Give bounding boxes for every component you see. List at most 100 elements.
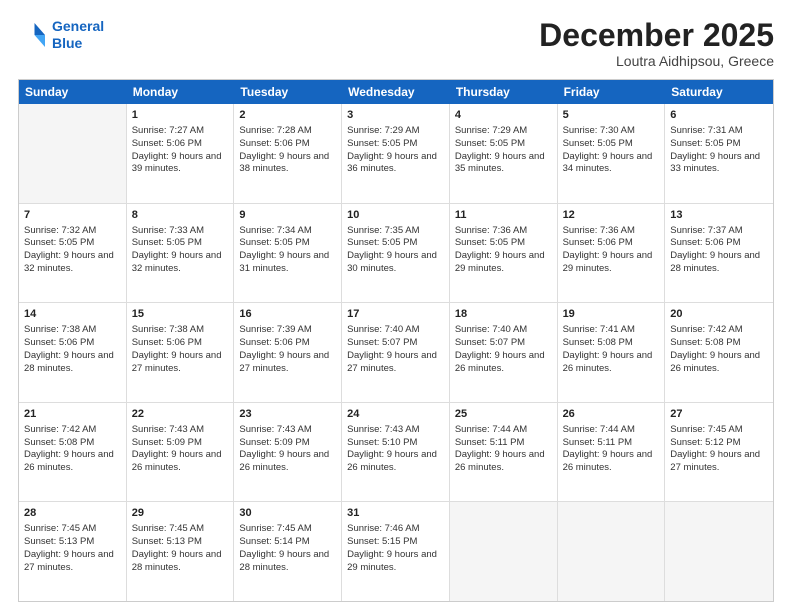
daylight: Daylight: 9 hours and 26 minutes. (563, 449, 653, 473)
sunset: Sunset: 5:13 PM (24, 536, 94, 547)
sunrise: Sunrise: 7:43 AM (239, 424, 311, 435)
logo-line1: General (52, 18, 104, 34)
calendar-week-5: 28 Sunrise: 7:45 AM Sunset: 5:13 PM Dayligh… (19, 502, 773, 601)
calendar-cell: 8Sunrise: 7:33 AMSunset: 5:05 PMDaylight… (127, 204, 235, 303)
day-number: 8 (132, 208, 229, 223)
calendar-cell: 31Sunrise: 7:46 AMSunset: 5:15 PMDayligh… (342, 502, 450, 601)
daylight: Daylight: 9 hours and 29 minutes. (563, 250, 653, 274)
daylight: Daylight: 9 hours and 28 minutes. (132, 549, 222, 573)
calendar-cell: 27Sunrise: 7:45 AMSunset: 5:12 PMDayligh… (665, 403, 773, 502)
sunset: Sunset: 5:05 PM (132, 237, 202, 248)
logo: General Blue (18, 18, 104, 52)
day-number: 14 (24, 307, 121, 322)
sunset: Sunset: 5:11 PM (455, 437, 525, 448)
sunset: Sunset: 5:05 PM (563, 138, 633, 149)
day-number: 20 (670, 307, 768, 322)
daylight: Daylight: 9 hours and 26 minutes. (455, 449, 545, 473)
header: General Blue December 2025 Loutra Aidhip… (18, 18, 774, 69)
calendar-cell: 19Sunrise: 7:41 AMSunset: 5:08 PMDayligh… (558, 303, 666, 402)
day-number: 24 (347, 407, 444, 422)
calendar-cell: 10Sunrise: 7:35 AMSunset: 5:05 PMDayligh… (342, 204, 450, 303)
sunrise: Sunrise: 7:46 AM (347, 523, 419, 534)
day-number: 5 (563, 108, 660, 123)
sunset: Sunset: 5:05 PM (24, 237, 94, 248)
calendar-cell: 15Sunrise: 7:38 AMSunset: 5:06 PMDayligh… (127, 303, 235, 402)
logo-text: General Blue (52, 18, 104, 52)
day-number: 7 (24, 208, 121, 223)
calendar-cell: 6Sunrise: 7:31 AMSunset: 5:05 PMDaylight… (665, 104, 773, 203)
day-number: 23 (239, 407, 336, 422)
sunset: Sunset: 5:09 PM (239, 437, 309, 448)
day-number: 15 (132, 307, 229, 322)
sunset: Sunset: 5:05 PM (347, 237, 417, 248)
sunrise: Sunrise: 7:39 AM (239, 324, 311, 335)
sunrise: Sunrise: 7:36 AM (563, 225, 635, 236)
calendar-cell: 29Sunrise: 7:45 AMSunset: 5:13 PMDayligh… (127, 502, 235, 601)
sunrise: Sunrise: 7:35 AM (347, 225, 419, 236)
sunset: Sunset: 5:08 PM (24, 437, 94, 448)
sunset: Sunset: 5:05 PM (239, 237, 309, 248)
header-sunday: Sunday (19, 80, 127, 104)
calendar-cell: 21Sunrise: 7:42 AMSunset: 5:08 PMDayligh… (19, 403, 127, 502)
sunrise: Sunrise: 7:30 AM (563, 125, 635, 136)
header-saturday: Saturday (665, 80, 773, 104)
logo-line2: Blue (52, 35, 82, 51)
header-thursday: Thursday (450, 80, 558, 104)
calendar-header: Sunday Monday Tuesday Wednesday Thursday… (19, 80, 773, 104)
calendar-cell: 11Sunrise: 7:36 AMSunset: 5:05 PMDayligh… (450, 204, 558, 303)
day-number: 25 (455, 407, 552, 422)
daylight: Daylight: 9 hours and 27 minutes. (670, 449, 760, 473)
daylight: Daylight: 9 hours and 34 minutes. (563, 151, 653, 175)
sunrise: Sunrise: 7:45 AM (24, 523, 96, 534)
day-number: 28 (24, 506, 121, 521)
day-number: 30 (239, 506, 336, 521)
sunrise: Sunrise: 7:36 AM (455, 225, 527, 236)
day-number: 3 (347, 108, 444, 123)
day-number: 18 (455, 307, 552, 322)
day-number: 10 (347, 208, 444, 223)
day-number: 13 (670, 208, 768, 223)
day-number: 16 (239, 307, 336, 322)
daylight: Daylight: 9 hours and 33 minutes. (670, 151, 760, 175)
daylight: Daylight: 9 hours and 26 minutes. (239, 449, 329, 473)
page: General Blue December 2025 Loutra Aidhip… (0, 0, 792, 612)
sunset: Sunset: 5:05 PM (455, 138, 525, 149)
calendar-cell: 25Sunrise: 7:44 AMSunset: 5:11 PMDayligh… (450, 403, 558, 502)
sunrise: Sunrise: 7:34 AM (239, 225, 311, 236)
sunset: Sunset: 5:06 PM (239, 138, 309, 149)
calendar-cell: 24Sunrise: 7:43 AMSunset: 5:10 PMDayligh… (342, 403, 450, 502)
daylight: Daylight: 9 hours and 38 minutes. (239, 151, 329, 175)
header-monday: Monday (127, 80, 235, 104)
calendar-cell: 18Sunrise: 7:40 AMSunset: 5:07 PMDayligh… (450, 303, 558, 402)
calendar-cell: 22Sunrise: 7:43 AMSunset: 5:09 PMDayligh… (127, 403, 235, 502)
day-number: 19 (563, 307, 660, 322)
daylight: Daylight: 9 hours and 27 minutes. (24, 549, 114, 573)
sunrise: Sunrise: 7:43 AM (132, 424, 204, 435)
sunrise: Sunrise: 7:38 AM (132, 324, 204, 335)
sunrise: Sunrise: 7:42 AM (24, 424, 96, 435)
sunset: Sunset: 5:09 PM (132, 437, 202, 448)
daylight: Daylight: 9 hours and 27 minutes. (239, 350, 329, 374)
sunrise: Sunrise: 7:40 AM (347, 324, 419, 335)
calendar-cell: 13Sunrise: 7:37 AMSunset: 5:06 PMDayligh… (665, 204, 773, 303)
sunset: Sunset: 5:06 PM (563, 237, 633, 248)
sunset: Sunset: 5:06 PM (239, 337, 309, 348)
calendar-cell: 30Sunrise: 7:45 AMSunset: 5:14 PMDayligh… (234, 502, 342, 601)
sunrise: Sunrise: 7:44 AM (563, 424, 635, 435)
calendar-cell: 9Sunrise: 7:34 AMSunset: 5:05 PMDaylight… (234, 204, 342, 303)
calendar-cell: 5 Sunrise: 7:30 AM Sunset: 5:05 PM Daylight… (558, 104, 666, 203)
sunrise: Sunrise: 7:37 AM (670, 225, 742, 236)
day-number: 29 (132, 506, 229, 521)
calendar-cell: 1Sunrise: 7:27 AMSunset: 5:06 PMDaylight… (127, 104, 235, 203)
calendar-cell: 14Sunrise: 7:38 AMSunset: 5:06 PMDayligh… (19, 303, 127, 402)
sunrise: Sunrise: 7:40 AM (455, 324, 527, 335)
calendar-container: Sunday Monday Tuesday Wednesday Thursday… (18, 79, 774, 602)
daylight: Daylight: 9 hours and 26 minutes. (347, 449, 437, 473)
sunrise: Sunrise: 7:31 AM (670, 125, 742, 136)
daylight: Daylight: 9 hours and 28 minutes. (239, 549, 329, 573)
day-number: 1 (132, 108, 229, 123)
sunset: Sunset: 5:12 PM (670, 437, 740, 448)
daylight: Daylight: 9 hours and 27 minutes. (347, 350, 437, 374)
sunset: Sunset: 5:06 PM (132, 337, 202, 348)
daylight: Daylight: 9 hours and 29 minutes. (455, 250, 545, 274)
